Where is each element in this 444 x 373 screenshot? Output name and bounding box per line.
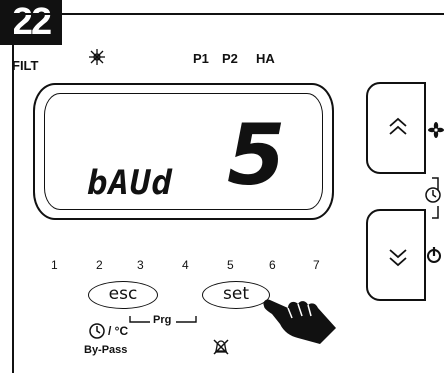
number-1: 1 (51, 258, 58, 272)
up-button[interactable] (366, 82, 426, 174)
alarm-off-icon (212, 338, 230, 356)
number-3: 3 (137, 258, 144, 272)
pointing-hand-icon (258, 288, 338, 346)
prg-label: Prg (153, 314, 172, 326)
double-chevron-down-icon (389, 249, 407, 267)
clock-icon (424, 186, 442, 204)
snowflake-icon (88, 48, 106, 66)
filt-indicator: FILT (12, 58, 39, 73)
number-2: 2 (96, 258, 103, 272)
parameter-value: 5 (227, 106, 286, 204)
power-icon (426, 246, 442, 264)
fan-icon (428, 122, 444, 138)
number-4: 4 (182, 258, 189, 272)
esc-button[interactable]: esc (88, 281, 158, 309)
p1-indicator: P1 (193, 51, 209, 66)
number-6: 6 (269, 258, 276, 272)
parameter-code: bAUd (87, 163, 173, 203)
ha-indicator: HA (256, 51, 275, 66)
double-chevron-up-icon (389, 117, 407, 135)
lcd-display: bAUd 5 (33, 83, 334, 220)
prg-bracket: Prg (128, 314, 200, 328)
clock-small-icon (88, 322, 106, 340)
clock-unit-label: / °C (108, 324, 129, 338)
down-button[interactable] (366, 209, 426, 301)
number-7: 7 (313, 258, 320, 272)
bypass-label: By-Pass (84, 344, 128, 356)
p2-indicator: P2 (222, 51, 238, 66)
number-5: 5 (227, 258, 234, 272)
